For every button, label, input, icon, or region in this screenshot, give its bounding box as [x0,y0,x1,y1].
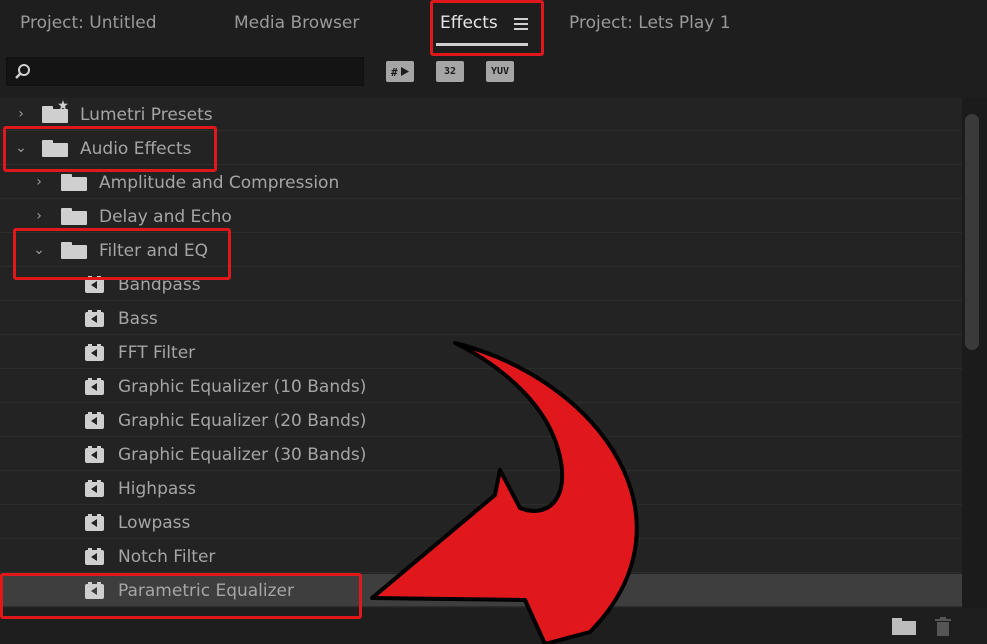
tree-label: Bass [118,309,158,329]
folder-icon [42,140,68,157]
tree-label: Bandpass [118,275,201,295]
tree-effect-graphic-eq-30[interactable]: Graphic Equalizer (30 Bands) [0,438,962,471]
tree-effect-fft-filter[interactable]: FFT Filter [0,336,962,369]
audio-effect-icon [85,446,104,463]
chevron-down-icon[interactable]: ⌄ [31,242,47,258]
chevron-right-icon[interactable]: › [13,106,29,122]
tree-label: Lowpass [118,513,191,533]
32bit-effects-filter-button[interactable]: 32 [436,61,464,82]
tree-effect-highpass[interactable]: Highpass [0,472,962,505]
tree-effect-lowpass[interactable]: Lowpass [0,506,962,539]
new-bin-folder-icon[interactable] [892,618,916,635]
tree-label: Highpass [118,479,196,499]
tree-label: Filter and EQ [99,241,209,261]
search-icon [15,64,30,79]
tree-folder-amplitude-compression[interactable]: › Amplitude and Compression [0,166,962,199]
audio-effect-icon [85,412,104,429]
tree-effect-parametric-equalizer[interactable]: Parametric Equalizer [0,574,962,607]
audio-effect-icon [85,344,104,361]
trash-icon[interactable] [934,617,952,637]
panel-tab-bar: Project: Untitled Media Browser Effects … [0,0,987,50]
panel-footer [0,608,987,644]
tree-label: Audio Effects [80,139,192,159]
panel-menu-icon[interactable] [514,18,528,30]
tab-media-browser[interactable]: Media Browser [234,13,359,33]
accelerated-effects-filter-button[interactable]: # [386,61,414,82]
tree-effect-graphic-eq-10[interactable]: Graphic Equalizer (10 Bands) [0,370,962,403]
tree-effect-bass[interactable]: Bass [0,302,962,335]
tree-folder-lumetri-presets[interactable]: › Lumetri Presets [0,98,962,131]
tree-effect-bandpass[interactable]: Bandpass [0,268,962,301]
audio-effect-icon [85,276,104,293]
tree-effect-graphic-eq-20[interactable]: Graphic Equalizer (20 Bands) [0,404,962,437]
tree-label: Amplitude and Compression [99,173,340,193]
tree-label: Graphic Equalizer (20 Bands) [118,411,367,431]
audio-effect-icon [85,548,104,565]
tree-label: Lumetri Presets [80,105,213,125]
star-icon [58,100,68,110]
tree-label: Parametric Equalizer [118,581,295,601]
folder-icon [61,174,87,191]
effects-tree: › Lumetri Presets ⌄ Audio Effects › Ampl… [0,98,962,608]
active-tab-indicator [436,43,528,46]
tab-effects[interactable]: Effects [440,13,498,33]
chevron-right-icon[interactable]: › [31,174,47,190]
scrollbar-thumb[interactable] [965,114,979,350]
yuv-effects-filter-button[interactable]: YUV [486,61,514,82]
tree-folder-delay-echo[interactable]: › Delay and Echo [0,200,962,233]
audio-effect-icon [85,310,104,327]
svg-text:#: # [391,66,398,79]
folder-icon [61,208,87,225]
chevron-down-icon[interactable]: ⌄ [13,140,29,156]
tree-folder-audio-effects[interactable]: ⌄ Audio Effects [0,132,962,165]
tab-project-lets-play[interactable]: Project: Lets Play 1 [569,13,731,33]
audio-effect-icon [85,514,104,531]
tree-label: Graphic Equalizer (10 Bands) [118,377,367,397]
tree-label: FFT Filter [118,343,196,363]
folder-icon [42,100,68,123]
tree-label: Notch Filter [118,547,216,567]
accelerated-effects-icon: # [386,61,414,82]
folder-icon [61,242,87,259]
vertical-scrollbar[interactable] [962,98,987,608]
chevron-right-icon[interactable]: › [31,208,47,224]
audio-effect-icon [85,582,104,599]
tree-label: Delay and Echo [99,207,232,227]
tree-effect-notch-filter[interactable]: Notch Filter [0,540,962,573]
audio-effect-icon [85,480,104,497]
tab-project-untitled[interactable]: Project: Untitled [20,13,157,33]
search-input[interactable] [6,57,364,86]
audio-effect-icon [85,378,104,395]
tree-folder-filter-eq[interactable]: ⌄ Filter and EQ [0,234,962,267]
tree-label: Graphic Equalizer (30 Bands) [118,445,367,465]
